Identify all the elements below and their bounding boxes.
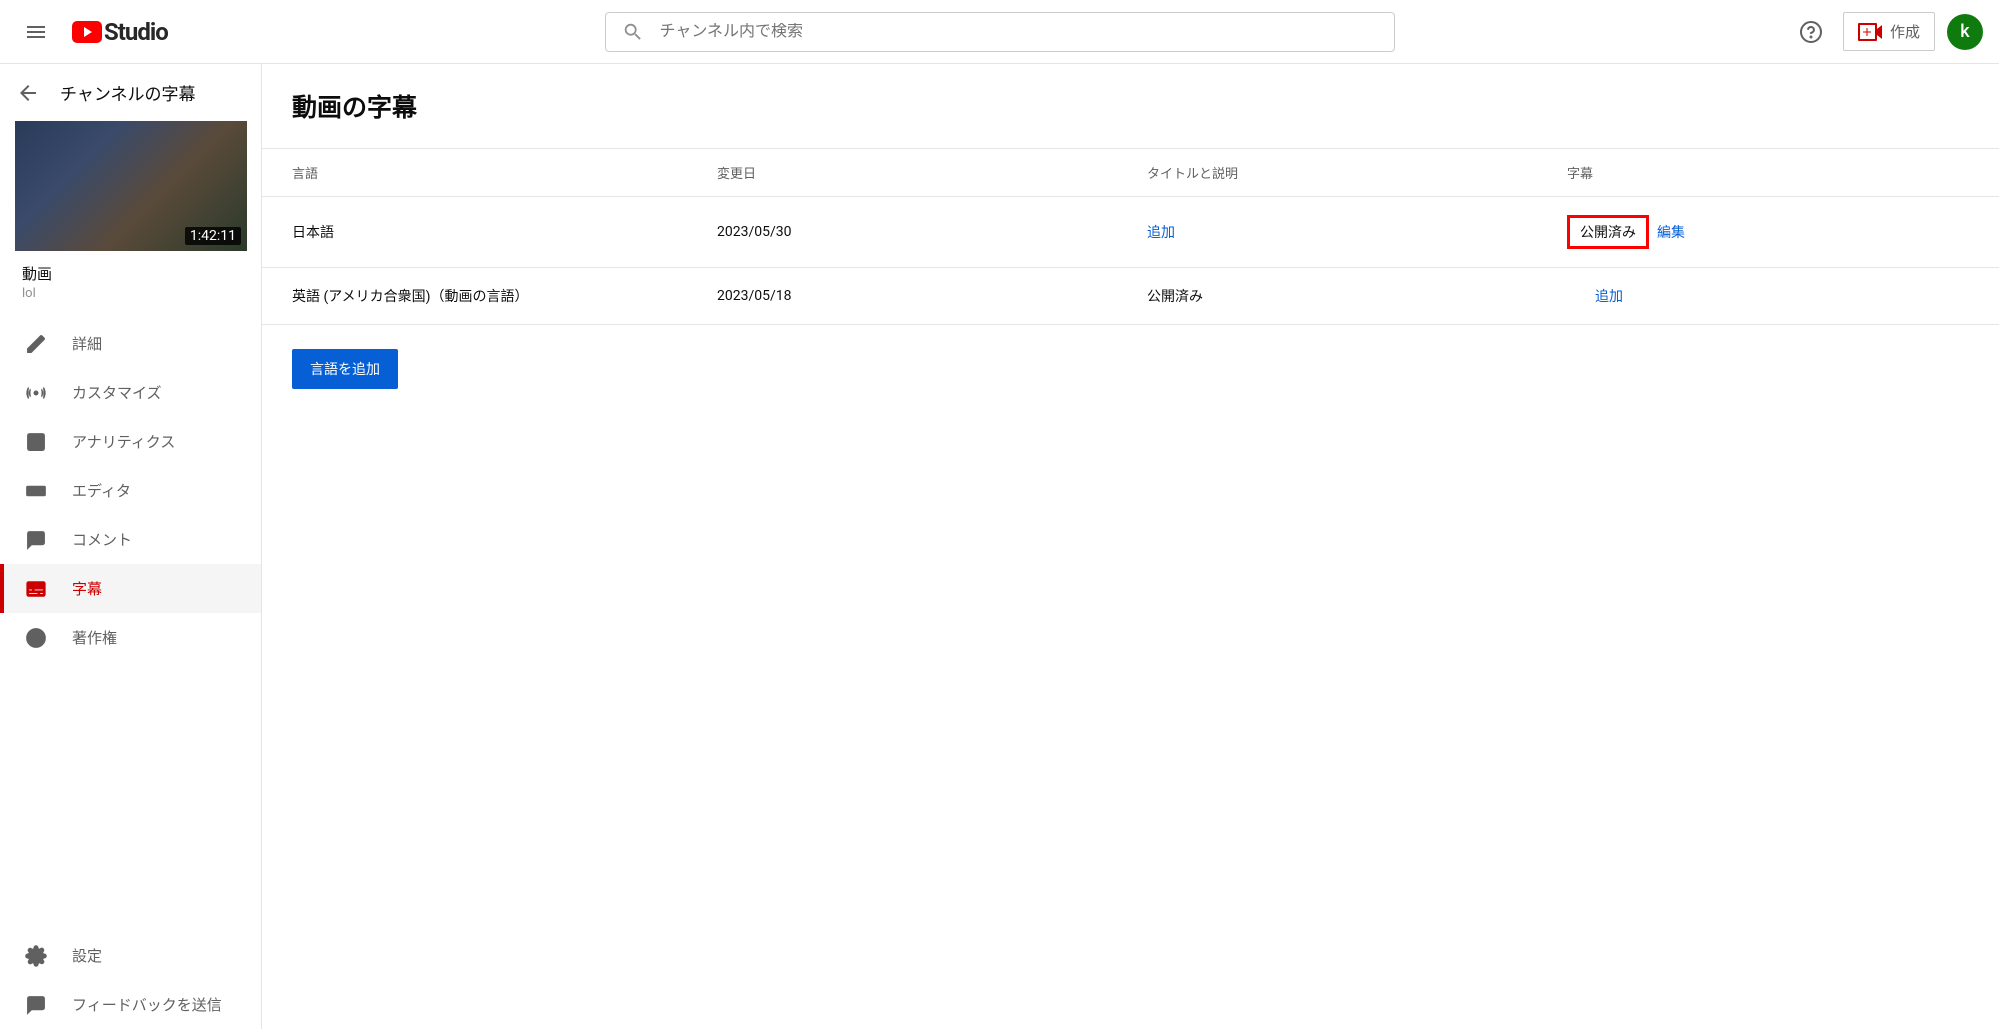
cell-modified: 2023/05/30 (717, 224, 1147, 240)
title-desc-status: 公開済み (1147, 289, 1203, 305)
editor-icon (24, 479, 48, 503)
analytics-icon (24, 430, 48, 454)
search-box[interactable] (605, 12, 1395, 52)
app-header: Studio 作成 k (0, 0, 1999, 64)
sidebar-item-label: カスタマイズ (72, 382, 162, 403)
header-right: 作成 k (1791, 12, 1983, 52)
add-title-desc-link[interactable]: 追加 (1147, 225, 1175, 241)
sidebar-title: チャンネルの字幕 (60, 80, 196, 105)
sidebar-item-label: アナリティクス (72, 431, 175, 452)
sidebar-item-label: 字幕 (72, 578, 102, 599)
sidebar-item-feedback[interactable]: フィードバックを送信 (0, 980, 261, 1029)
search-input[interactable] (660, 23, 1378, 41)
sidebar-item-label: 著作権 (72, 627, 117, 648)
sidebar-title-row: チャンネルの字幕 (0, 72, 261, 121)
cell-modified: 2023/05/18 (717, 288, 1147, 304)
video-name: lol (0, 284, 261, 319)
column-header-subtitles: 字幕 (1567, 163, 1969, 182)
sidebar-item-comments[interactable]: コメント (0, 515, 261, 564)
column-header-language: 言語 (292, 163, 717, 182)
pencil-icon (24, 332, 48, 356)
copyright-icon (24, 626, 48, 650)
avatar[interactable]: k (1947, 14, 1983, 50)
sidebar-item-label: 設定 (72, 945, 102, 966)
column-header-modified: 変更日 (717, 163, 1147, 182)
hamburger-icon (24, 20, 48, 44)
body-wrapper: チャンネルの字幕 1:42:11 動画 lol 詳細 カスタマイズ アナリティク… (0, 64, 1999, 1029)
table-row: 英語 (アメリカ合衆国)（動画の言語） 2023/05/18 公開済み 追加 (262, 268, 1999, 325)
sidebar-item-editor[interactable]: エディタ (0, 466, 261, 515)
main-content: 動画の字幕 言語 変更日 タイトルと説明 字幕 日本語 2023/05/30 追… (262, 64, 1999, 1029)
video-thumbnail[interactable]: 1:42:11 (15, 121, 247, 251)
youtube-icon (72, 21, 102, 43)
sidebar: チャンネルの字幕 1:42:11 動画 lol 詳細 カスタマイズ アナリティク… (0, 64, 262, 1029)
cell-language: 日本語 (292, 222, 717, 242)
studio-logo[interactable]: Studio (72, 18, 168, 46)
feedback-icon (24, 993, 48, 1017)
sidebar-item-subtitles[interactable]: 字幕 (0, 564, 261, 613)
create-video-icon (1858, 23, 1882, 41)
sidebar-item-details[interactable]: 詳細 (0, 319, 261, 368)
create-button[interactable]: 作成 (1843, 12, 1935, 51)
help-button[interactable] (1791, 12, 1831, 52)
subtitles-icon (24, 577, 48, 601)
arrow-left-icon (16, 81, 40, 105)
search-icon (622, 21, 644, 43)
video-heading: 動画 (0, 263, 261, 284)
add-subtitles-link[interactable]: 追加 (1595, 286, 1623, 306)
table-row: 日本語 2023/05/30 追加 公開済み 編集 (262, 197, 1999, 268)
page-title: 動画の字幕 (262, 88, 1999, 148)
sidebar-item-customize[interactable]: カスタマイズ (0, 368, 261, 417)
add-language-button[interactable]: 言語を追加 (292, 349, 398, 389)
sidebar-item-label: コメント (72, 529, 132, 550)
cell-language: 英語 (アメリカ合衆国)（動画の言語） (292, 286, 717, 306)
broadcast-icon (24, 381, 48, 405)
menu-toggle-button[interactable] (16, 12, 56, 52)
sidebar-item-label: エディタ (72, 480, 131, 501)
sidebar-item-settings[interactable]: 設定 (0, 931, 261, 980)
sidebar-item-copyright[interactable]: 著作権 (0, 613, 261, 662)
edit-subtitles-link[interactable]: 編集 (1657, 222, 1685, 242)
create-button-label: 作成 (1890, 21, 1920, 42)
comment-icon (24, 528, 48, 552)
published-highlight: 公開済み (1567, 215, 1649, 249)
logo-text: Studio (104, 18, 168, 46)
sidebar-item-label: 詳細 (72, 333, 102, 354)
help-icon (1799, 20, 1823, 44)
table-header: 言語 変更日 タイトルと説明 字幕 (262, 148, 1999, 197)
back-button[interactable] (16, 81, 40, 105)
subtitles-status: 公開済み (1580, 225, 1636, 241)
column-header-title-desc: タイトルと説明 (1147, 163, 1567, 182)
sidebar-item-analytics[interactable]: アナリティクス (0, 417, 261, 466)
search-container (605, 12, 1395, 52)
sidebar-item-label: フィードバックを送信 (72, 994, 222, 1015)
gear-icon (24, 944, 48, 968)
thumbnail-duration: 1:42:11 (185, 227, 241, 245)
